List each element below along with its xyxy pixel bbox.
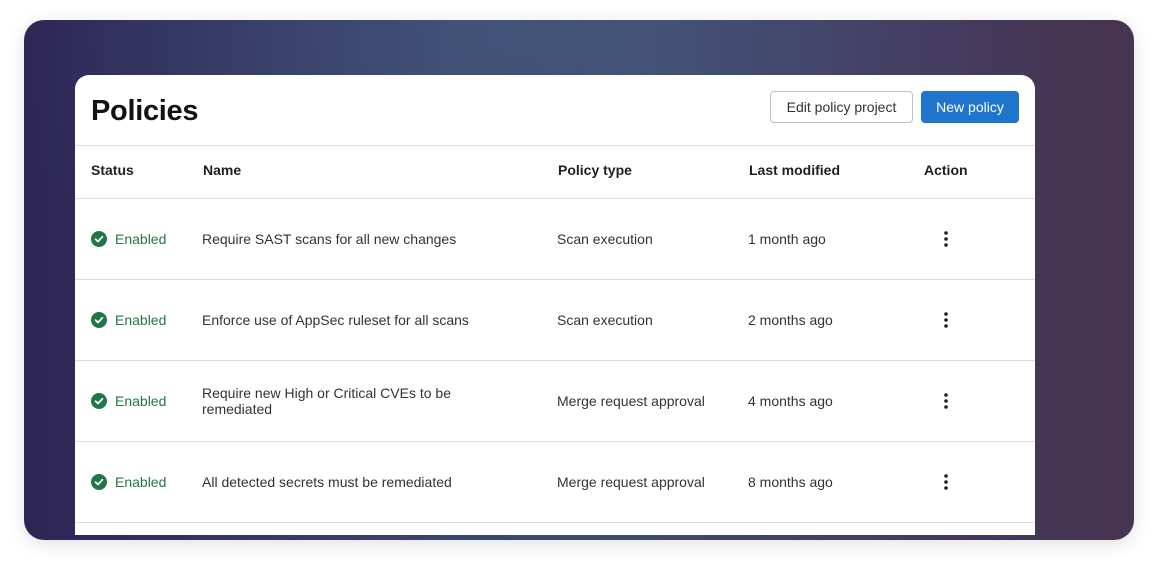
- ellipsis-vertical-icon[interactable]: [936, 472, 956, 492]
- policies-table: Status Name Policy type Last modified Ac…: [75, 146, 1035, 523]
- column-header-name[interactable]: Name: [203, 162, 503, 178]
- status-label: Enabled: [115, 312, 167, 328]
- page-title: Policies: [91, 95, 199, 127]
- column-header-policy-type[interactable]: Policy type: [558, 162, 632, 178]
- column-header-last-modified[interactable]: Last modified: [749, 162, 840, 178]
- policies-card: Policies Edit policy project New policy …: [75, 75, 1035, 535]
- policy-name[interactable]: Enforce use of AppSec ruleset for all sc…: [202, 312, 502, 328]
- policy-type: Merge request approval: [557, 474, 705, 490]
- check-circle-icon: [91, 312, 107, 328]
- check-circle-icon: [91, 231, 107, 247]
- table-row[interactable]: Enabled Require new High or Critical CVE…: [75, 361, 1035, 442]
- policy-name[interactable]: Require new High or Critical CVEs to be …: [202, 385, 487, 417]
- status-cell: Enabled: [91, 231, 166, 247]
- table-row[interactable]: Enabled Enforce use of AppSec ruleset fo…: [75, 280, 1035, 361]
- status-cell: Enabled: [91, 474, 166, 490]
- table-row[interactable]: Enabled Require SAST scans for all new c…: [75, 199, 1035, 280]
- last-modified: 1 month ago: [748, 231, 826, 247]
- check-circle-icon: [91, 474, 107, 490]
- column-header-status[interactable]: Status: [91, 162, 134, 178]
- policy-type: Scan execution: [557, 312, 653, 328]
- last-modified: 4 months ago: [748, 393, 833, 409]
- policy-name[interactable]: All detected secrets must be remediated: [202, 474, 502, 490]
- card-header: Policies Edit policy project New policy: [75, 75, 1035, 146]
- ellipsis-vertical-icon[interactable]: [936, 391, 956, 411]
- column-header-action: Action: [924, 162, 968, 178]
- status-label: Enabled: [115, 231, 167, 247]
- check-circle-icon: [91, 393, 107, 409]
- table-row[interactable]: Enabled All detected secrets must be rem…: [75, 442, 1035, 523]
- ellipsis-vertical-icon[interactable]: [936, 310, 956, 330]
- policy-name[interactable]: Require SAST scans for all new changes: [202, 231, 502, 247]
- new-policy-button[interactable]: New policy: [921, 91, 1019, 123]
- status-cell: Enabled: [91, 393, 166, 409]
- policy-type: Merge request approval: [557, 393, 705, 409]
- status-cell: Enabled: [91, 312, 166, 328]
- table-header: Status Name Policy type Last modified Ac…: [75, 146, 1035, 199]
- status-label: Enabled: [115, 393, 167, 409]
- policy-type: Scan execution: [557, 231, 653, 247]
- ellipsis-vertical-icon[interactable]: [936, 229, 956, 249]
- last-modified: 8 months ago: [748, 474, 833, 490]
- last-modified: 2 months ago: [748, 312, 833, 328]
- status-label: Enabled: [115, 474, 167, 490]
- edit-policy-project-button[interactable]: Edit policy project: [770, 91, 913, 123]
